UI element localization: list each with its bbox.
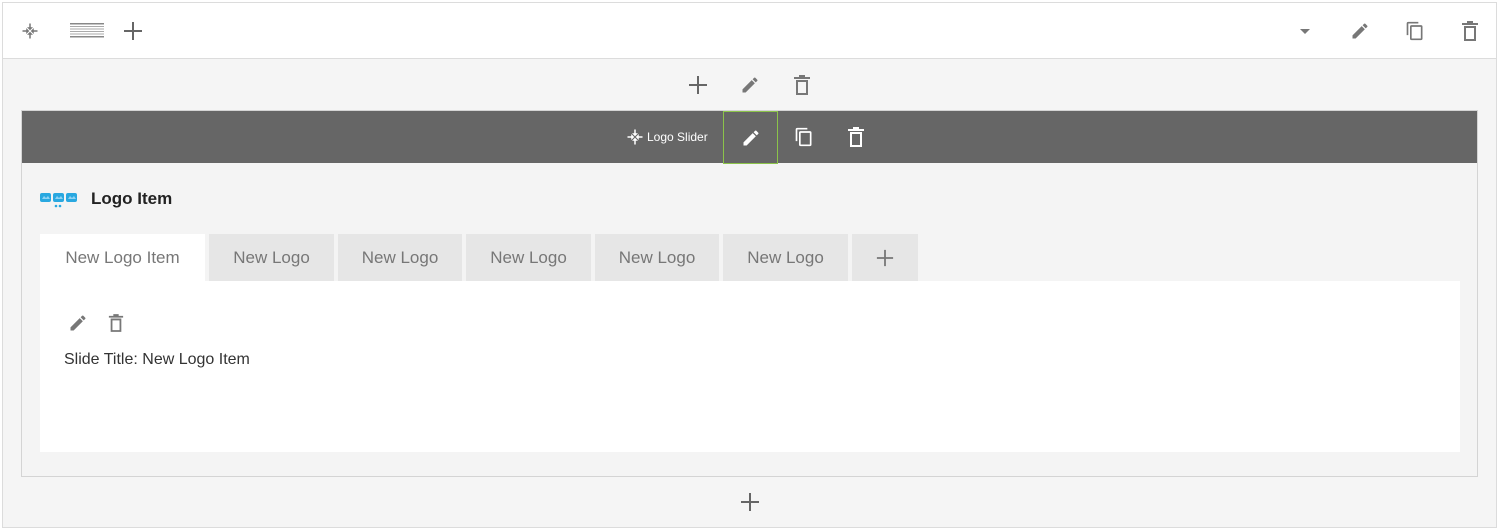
add-tab-button[interactable] <box>852 234 918 281</box>
column-toolbar <box>3 69 1496 105</box>
row-copy-icon[interactable] <box>1399 15 1431 47</box>
row-container: Logo Slider Logo Item New Logo Item New … <box>2 2 1497 528</box>
module-name-label: Logo Slider <box>647 130 708 144</box>
column-delete-icon[interactable] <box>786 69 818 101</box>
slide-title-value: New Logo Item <box>142 351 250 368</box>
tab-new-logo-5[interactable]: New Logo <box>595 234 719 281</box>
module-edit-icon[interactable] <box>723 111 778 164</box>
tab-new-logo-4[interactable]: New Logo <box>466 234 591 281</box>
add-icon <box>876 249 894 266</box>
row-toolbar <box>3 3 1496 59</box>
logo-slider-module: Logo Slider Logo Item New Logo Item New … <box>21 110 1478 477</box>
bottom-add-icon[interactable] <box>734 486 766 518</box>
item-title: Logo Item <box>91 189 173 208</box>
logo-item-tabs: New Logo Item New Logo New Logo New Logo… <box>40 234 918 281</box>
logo-slider-icon <box>40 193 77 208</box>
row-edit-icon[interactable] <box>1344 15 1376 47</box>
dropdown-arrow-icon[interactable] <box>1289 15 1321 47</box>
row-move-icon[interactable] <box>14 15 46 47</box>
row-add-icon[interactable] <box>117 15 149 47</box>
slide-title-label: Slide Title: <box>64 351 138 368</box>
column-edit-icon[interactable] <box>734 69 766 101</box>
row-delete-icon[interactable] <box>1454 15 1486 47</box>
item-header: Logo Item <box>40 189 172 209</box>
column-add-icon[interactable] <box>682 69 714 101</box>
module-delete-icon[interactable] <box>840 121 872 153</box>
module-copy-icon[interactable] <box>788 121 820 153</box>
move-icon <box>627 129 643 145</box>
tab-new-logo-item[interactable]: New Logo Item <box>40 234 205 281</box>
item-edit-icon[interactable] <box>62 307 94 339</box>
item-delete-icon[interactable] <box>100 307 132 339</box>
logo-item-panel: Slide Title: New Logo Item <box>40 281 1460 452</box>
tab-new-logo-6[interactable]: New Logo <box>723 234 848 281</box>
slide-title-text: Slide Title: New Logo Item <box>64 351 250 369</box>
module-toolbar: Logo Slider <box>22 111 1477 164</box>
module-move-handle[interactable]: Logo Slider <box>626 127 708 147</box>
tab-new-logo-2[interactable]: New Logo <box>209 234 334 281</box>
tab-new-logo-3[interactable]: New Logo <box>338 234 462 281</box>
layout-columns-icon[interactable] <box>69 15 105 47</box>
